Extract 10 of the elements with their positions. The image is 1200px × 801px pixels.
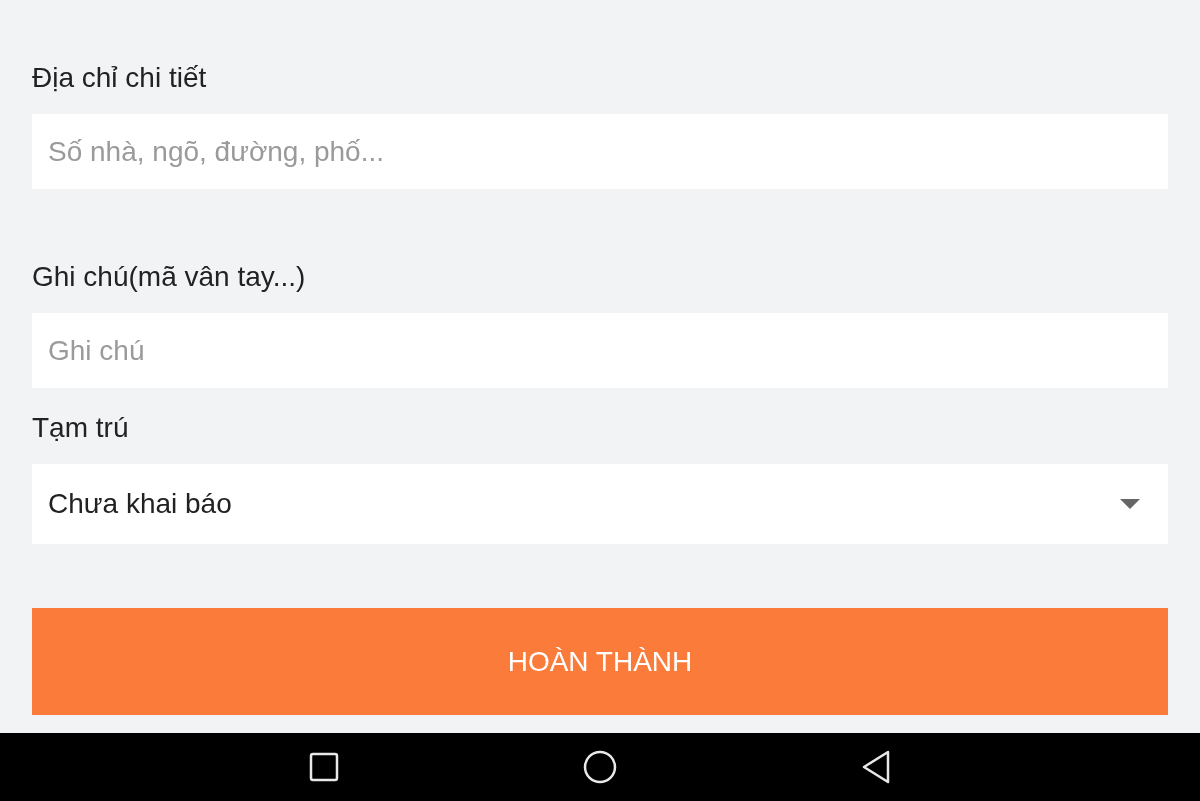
dropdown-field[interactable]: Chưa khai báo bbox=[32, 464, 1168, 544]
recent-apps-icon[interactable] bbox=[309, 752, 339, 782]
field-label: Tạm trú bbox=[32, 411, 129, 445]
back-icon[interactable] bbox=[861, 750, 891, 784]
input-field[interactable]: Ghi chú bbox=[32, 313, 1168, 388]
home-icon[interactable] bbox=[583, 750, 617, 784]
input-field[interactable]: Số nhà, ngõ, đường, phố... bbox=[32, 114, 1168, 189]
field-label: Địa chỉ chi tiết bbox=[32, 61, 207, 95]
field-label: Ghi chú(mã vân tay...) bbox=[32, 260, 306, 294]
caret-icon bbox=[1120, 499, 1140, 509]
